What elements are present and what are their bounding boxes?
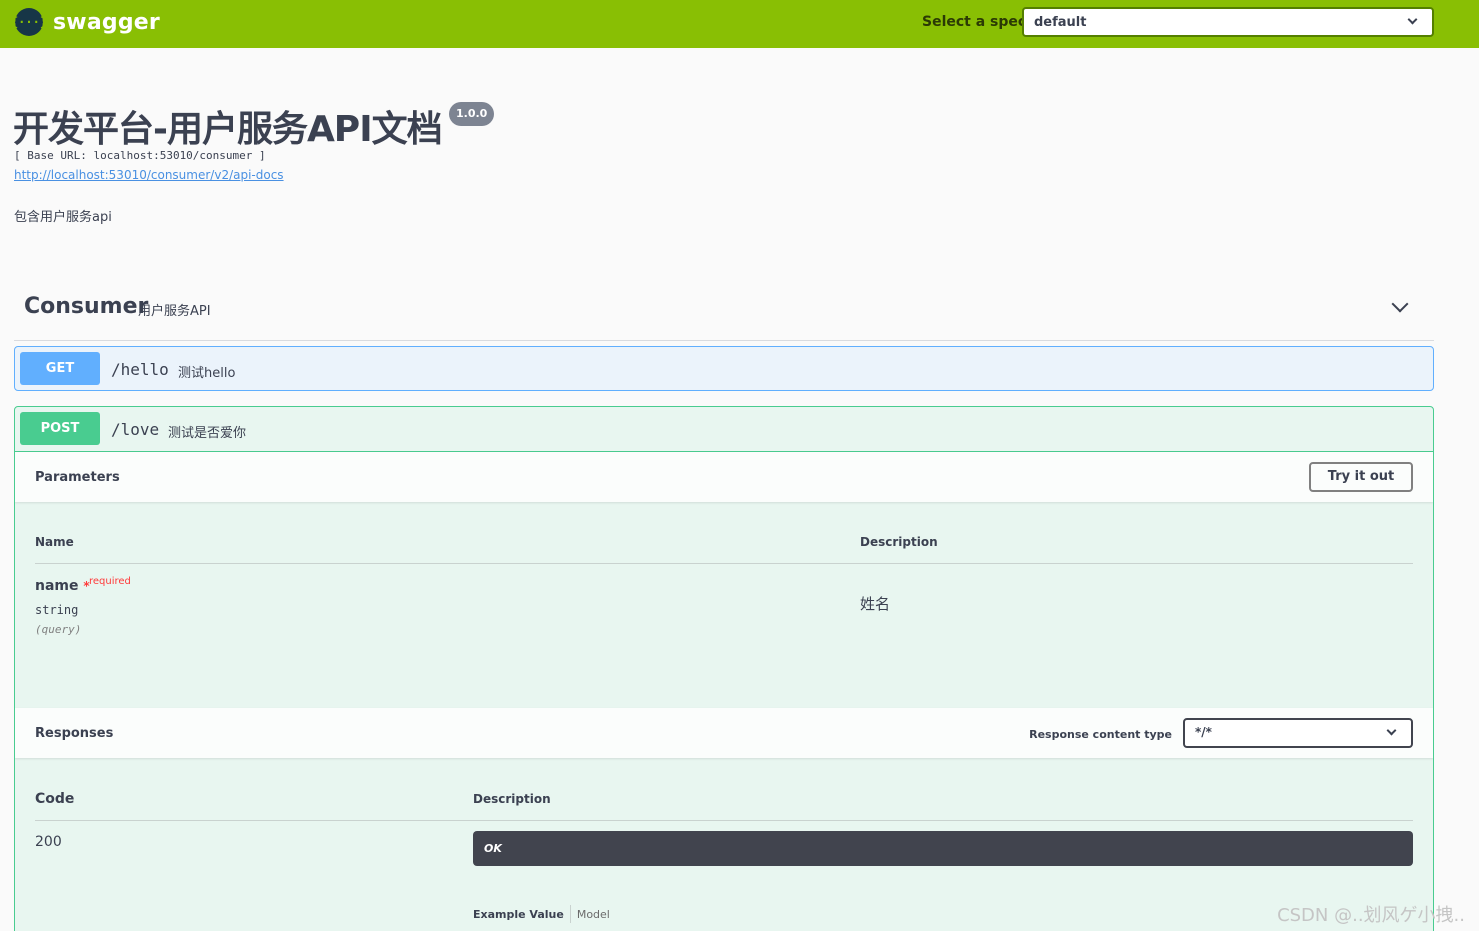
tag-name: Consumer [24,294,149,319]
page-title: 开发平台-用户服务API文档 [13,109,443,150]
param-type: string [35,603,79,617]
tab-model[interactable]: Model [577,908,610,921]
param-col-description: Description [860,535,938,549]
example-tabs: Example Value Model [473,905,610,923]
operation-post-love: POST /love 测试是否爱你 Parameters Try it out … [14,406,1434,931]
spec-select[interactable]: default [1022,7,1434,37]
tab-example-value[interactable]: Example Value [473,908,564,921]
parameters-title: Parameters [35,470,120,485]
base-url: [ Base URL: localhost:53010/consumer ] [14,149,266,162]
response-code: 200 [35,834,62,850]
operation-path[interactable]: /love [111,420,159,439]
divider [35,820,1413,821]
response-col-code: Code [35,791,75,807]
response-content-type-value: */* [1195,725,1212,739]
tab-separator [569,905,571,923]
response-description-box: OK [473,831,1413,866]
param-name: name * [35,578,90,594]
method-badge-post[interactable]: POST [20,412,100,445]
spec-select-value: default [1034,15,1087,30]
param-description: 姓名 [860,595,891,613]
responses-header: Responses Response content type */* [15,708,1433,758]
logo-text: swagger [53,9,160,35]
tag-description: 用户服务API [138,304,211,319]
operation-summary: 测试hello [178,366,236,381]
try-it-out-button[interactable]: Try it out [1309,462,1413,492]
required-label: required [89,576,131,587]
chevron-down-icon[interactable] [1391,295,1409,313]
responses-title: Responses [35,726,114,741]
api-description: 包含用户服务api [14,210,112,225]
parameters-header: Parameters Try it out [15,452,1433,502]
chevron-down-icon [1386,725,1397,736]
spec-label: Select a spec [922,14,1027,30]
divider [35,563,1413,564]
swagger-logo-icon: {···} [11,8,47,36]
swagger-logo[interactable]: {···} swagger [11,8,160,36]
param-name-text: name [35,578,79,594]
tag-consumer[interactable]: Consumer 用户服务API [14,283,1434,341]
api-docs-link[interactable]: http://localhost:53010/consumer/v2/api-d… [14,168,284,182]
operation-summary: 测试是否爱你 [168,426,247,441]
response-col-description: Description [473,792,551,806]
method-badge-get: GET [20,352,100,385]
param-col-name: Name [35,535,74,549]
param-location: (query) [35,623,82,636]
operation-path: /hello [111,360,169,379]
version-badge: 1.0.0 [449,102,495,126]
response-content-type-select[interactable]: */* [1183,718,1413,748]
watermark: CSDN @..划风ゲ小拽.. [1277,905,1465,926]
operation-get-hello[interactable]: GET /hello 测试hello [14,346,1434,391]
response-content-type-label: Response content type [1029,728,1172,741]
topbar: {···} swagger Select a spec default [0,0,1479,48]
chevron-down-icon [1407,14,1418,25]
response-description: OK [484,842,502,855]
